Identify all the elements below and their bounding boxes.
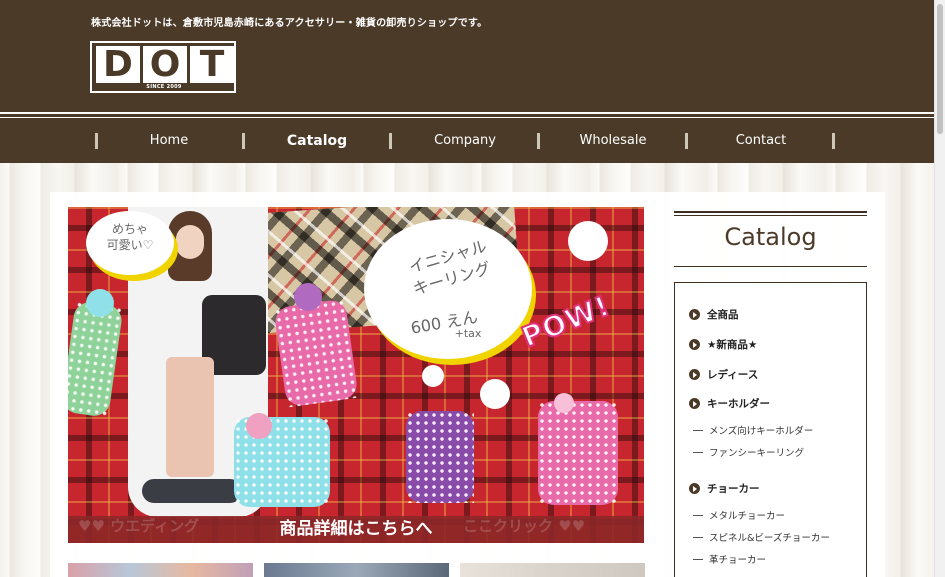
logo-letter-o: O — [143, 46, 187, 83]
logo-letters: D O T — [96, 46, 234, 83]
cloud-tax: +tax — [454, 327, 482, 340]
site-header: 株式会社ドットは、倉敷市児島赤崎にあるアクセサリー・雑貨の卸売りショップです。 … — [0, 0, 934, 163]
nav-separator — [832, 133, 835, 149]
arrow-bullet-icon — [689, 398, 700, 409]
logo-letter-t: T — [190, 46, 234, 83]
flower-charm — [246, 413, 272, 439]
nav-separator — [95, 133, 98, 149]
arrow-bullet-icon — [689, 369, 700, 380]
dash-icon — [693, 514, 703, 516]
subcategory-fancy-keyring[interactable]: ファンシーキーリング — [693, 445, 804, 459]
nav-item-catalog[interactable]: Catalog — [243, 124, 391, 158]
header-tagline: 株式会社ドットは、倉敷市児島赤崎にあるアクセサリー・雑貨の卸売りショップです。 — [91, 18, 488, 29]
subcategory-mens-keyholder[interactable]: メンズ向けキーホルダー — [693, 423, 813, 437]
decoration-cloud — [568, 221, 608, 261]
sidebar-title: Catalog — [724, 223, 817, 251]
category-label: ★新商品★ — [707, 339, 758, 351]
arrow-bullet-icon — [689, 309, 700, 320]
product-thumbnail[interactable] — [68, 563, 253, 577]
decoration-cloud — [422, 365, 444, 387]
category-list: 全商品 ★新商品★ レディース キーホルダー メンズ向けキーホルダー ファンシー… — [674, 282, 867, 577]
logo-letter-d: D — [96, 46, 140, 83]
banner-cta-text[interactable]: 商品詳細はこちらへ — [280, 519, 433, 539]
category-all[interactable]: 全商品 — [689, 307, 739, 322]
banner-strip-faint-right: ここクリック ♥♥ — [463, 517, 586, 535]
arrow-bullet-icon — [689, 339, 700, 350]
flower-charm — [554, 393, 574, 413]
sidebar-title-box: Catalog — [674, 211, 867, 267]
bubble-left-text: めちゃ 可愛い♡ — [106, 222, 154, 252]
letter-i-keyring — [68, 300, 124, 418]
category-keyholder[interactable]: キーホルダー — [689, 396, 770, 411]
letter-n-dots — [406, 411, 474, 503]
logo-since-text: SINCE 2009 — [146, 84, 182, 90]
letter-m-dots — [538, 401, 618, 505]
dash-icon — [693, 558, 703, 560]
arrow-bullet-icon — [689, 483, 700, 494]
dash-icon — [693, 429, 703, 431]
category-label: 全商品 — [707, 309, 739, 321]
header-divider-top — [0, 112, 934, 114]
pow-sticker: POW! — [516, 288, 616, 355]
category-choker[interactable]: チョーカー — [689, 481, 760, 496]
category-ladies[interactable]: レディース — [689, 367, 758, 382]
sidebar-rule — [674, 266, 867, 267]
subcategory-label: メンズ向けキーホルダー — [709, 426, 814, 437]
banner-strip-faint-left: ♥♥ ウエディング — [78, 517, 200, 535]
sidebar-rule — [674, 211, 867, 213]
model-shoes — [142, 479, 242, 503]
letter-n-keyring — [406, 411, 474, 503]
product-thumbnail[interactable] — [460, 563, 645, 577]
letter-m-keyring — [538, 401, 618, 505]
subcategory-label: 革チョーカー — [709, 555, 767, 566]
header-divider-bottom — [0, 117, 934, 118]
decoration-cloud — [480, 379, 510, 409]
product-thumbnail[interactable] — [264, 563, 449, 577]
nav-separator — [537, 133, 540, 149]
page-scrollbar[interactable] — [934, 0, 945, 577]
letter-a-keyring — [273, 298, 359, 408]
nav-item-contact[interactable]: Contact — [687, 124, 835, 158]
main-nav: Home Catalog Company Wholesale Contact — [95, 124, 835, 158]
flower-charm — [86, 289, 114, 317]
subcategory-label: ファンシーキーリング — [709, 448, 805, 459]
subcategory-label: メタルチョーカー — [709, 511, 786, 522]
promo-banner[interactable]: めちゃ 可愛い♡ イニシャル キーリング 600 えん +tax POW! ♥♥… — [68, 207, 644, 543]
letter-a-dots — [273, 298, 359, 408]
subcategory-label: スピネル&ビーズチョーカー — [709, 533, 830, 544]
letter-i-dots — [68, 300, 124, 418]
scrollbar-thumb[interactable] — [937, 4, 943, 134]
nav-item-wholesale[interactable]: Wholesale — [539, 124, 687, 158]
site-logo[interactable]: D O T SINCE 2009 — [90, 41, 236, 93]
subcategory-metal-choker[interactable]: メタルチョーカー — [693, 508, 785, 522]
nav-separator — [685, 133, 688, 149]
product-thumbnails — [68, 563, 645, 577]
dash-icon — [693, 451, 703, 453]
nav-item-company[interactable]: Company — [391, 124, 539, 158]
subcategory-leather-choker[interactable]: 革チョーカー — [693, 552, 766, 566]
subcategory-spinel-beads-choker[interactable]: スピネル&ビーズチョーカー — [693, 530, 830, 544]
model-face — [176, 225, 204, 259]
nav-separator — [242, 133, 245, 149]
category-new[interactable]: ★新商品★ — [689, 337, 757, 352]
sidebar-rule — [674, 215, 867, 216]
category-label: キーホルダー — [707, 398, 770, 410]
banner-cta-strip[interactable]: ♥♥ ウエディング 商品詳細はこちらへ ここクリック ♥♥ — [68, 516, 644, 543]
nav-item-home[interactable]: Home — [95, 124, 243, 158]
category-label: レディース — [707, 369, 759, 381]
flower-charm — [294, 283, 322, 311]
nav-separator — [389, 133, 392, 149]
dash-icon — [693, 536, 703, 538]
category-label: チョーカー — [707, 483, 760, 495]
model-legs — [166, 357, 214, 477]
